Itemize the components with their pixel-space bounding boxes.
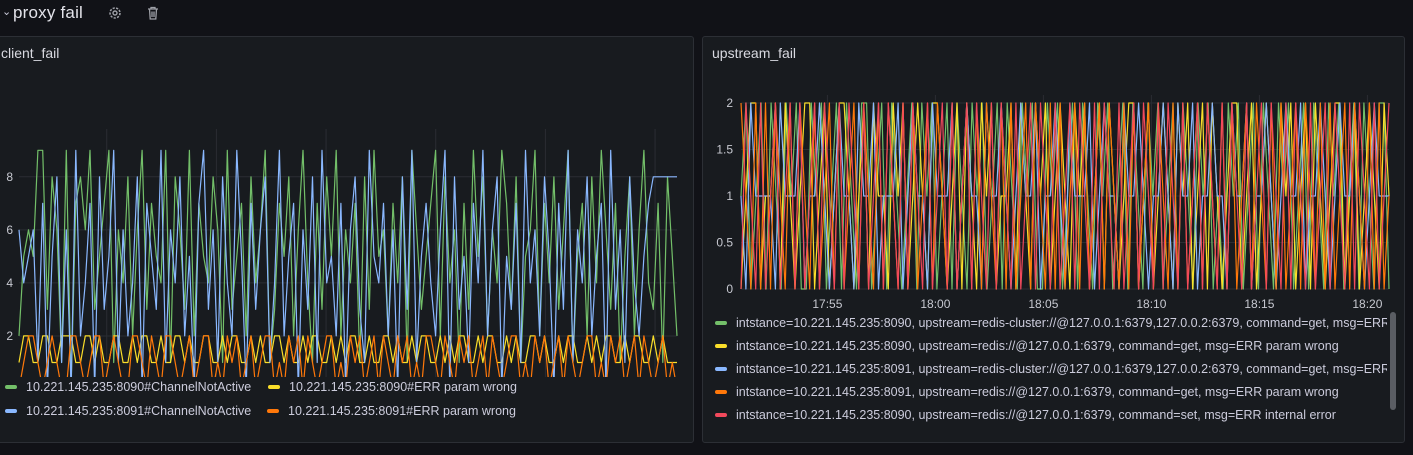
- y-tick-label: 6: [6, 223, 13, 237]
- y-tick-label: 2: [6, 329, 13, 343]
- panel-upstream-fail: upstream_fail 0 0.5 1 1.5 2 17:55 18:00 18:05 18…: [702, 36, 1405, 443]
- legend-item[interactable]: intstance=10.221.145.235:8090, upstream=…: [715, 405, 1336, 425]
- trash-icon[interactable]: [145, 5, 161, 21]
- legend-item[interactable]: 10.221.145.235:8091#ERR param wrong: [267, 401, 516, 421]
- legend-scrollbar[interactable]: [1390, 312, 1396, 410]
- legend-item[interactable]: intstance=10.221.145.235:8090, upstream=…: [715, 313, 1387, 333]
- legend-label: intstance=10.221.145.235:8091, upstream=…: [736, 362, 1387, 376]
- legend-swatch: [267, 408, 279, 413]
- gear-icon[interactable]: [107, 5, 123, 21]
- panel-client-fail: client_fail 0246817:5518:0018:0518:1018:…: [0, 36, 694, 443]
- legend-label: 10.221.145.235:8090#ChannelNotActive: [26, 380, 252, 394]
- client-fail-chart[interactable]: 0246817:5518:0018:0518:1018:1518:20: [0, 37, 694, 377]
- legend-swatch: [5, 384, 17, 389]
- y-tick-label: 8: [6, 170, 13, 184]
- legend-swatch: [715, 343, 727, 348]
- legend-swatch: [5, 408, 17, 413]
- legend-label: 10.221.145.235:8090#ERR param wrong: [289, 380, 517, 394]
- y-tick-label: 4: [6, 276, 13, 290]
- legend-item[interactable]: intstance=10.221.145.235:8090, upstream=…: [715, 336, 1339, 356]
- legend-label: intstance=10.221.145.235:8090, upstream=…: [736, 316, 1387, 330]
- legend-swatch: [715, 389, 727, 394]
- legend-item[interactable]: 10.221.145.235:8090#ERR param wrong: [268, 377, 517, 397]
- legend-item[interactable]: 10.221.145.235:8090#ChannelNotActive: [5, 377, 251, 397]
- legend-swatch: [715, 412, 727, 417]
- legend-swatch: [715, 366, 727, 371]
- legend-scroll-area[interactable]: intstance=10.221.145.235:8090, upstream=…: [715, 313, 1387, 435]
- legend-label: intstance=10.221.145.235:8090, upstream=…: [736, 408, 1336, 422]
- legend-swatch: [268, 384, 280, 389]
- legend-item[interactable]: intstance=10.221.145.235:8091, upstream=…: [715, 382, 1339, 402]
- upstream-fail-legend: intstance=10.221.145.235:8090, upstream=…: [703, 37, 1404, 442]
- legend-label: 10.221.145.235:8091#ChannelNotActive: [26, 404, 252, 418]
- row-header: ⌄ proxy fail: [0, 0, 1413, 28]
- legend-label: 10.221.145.235:8091#ERR param wrong: [288, 404, 516, 418]
- legend-item[interactable]: 10.221.145.235:8091#ChannelNotActive: [5, 401, 251, 421]
- legend-label: intstance=10.221.145.235:8091, upstream=…: [736, 385, 1339, 399]
- chevron-down-icon[interactable]: ⌄: [2, 5, 12, 19]
- legend-swatch: [715, 320, 727, 325]
- legend-label: intstance=10.221.145.235:8090, upstream=…: [736, 339, 1339, 353]
- legend-item[interactable]: intstance=10.221.145.235:8091, upstream=…: [715, 359, 1387, 379]
- row-title[interactable]: proxy fail: [13, 3, 83, 23]
